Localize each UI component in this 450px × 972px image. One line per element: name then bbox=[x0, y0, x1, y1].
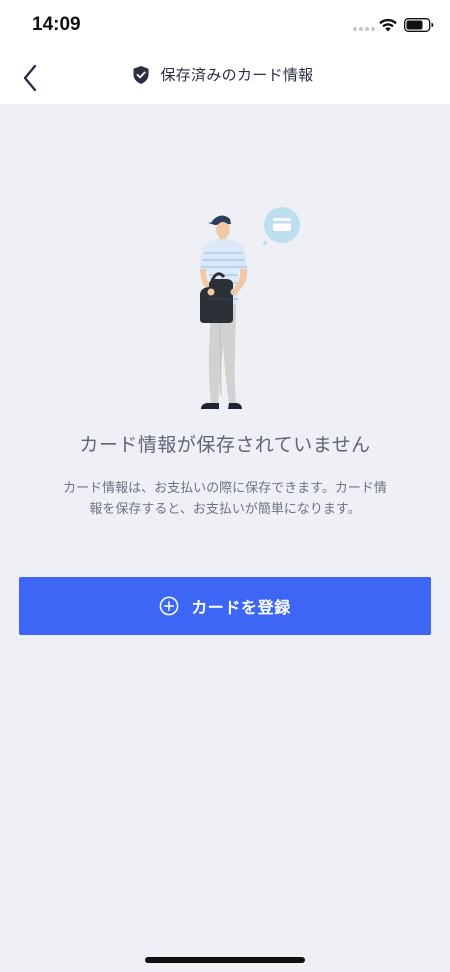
plus-circle-icon bbox=[159, 596, 179, 616]
card-bubble-icon bbox=[262, 207, 300, 246]
nav-header: 保存済みのカード情報 bbox=[0, 50, 450, 104]
status-time: 14:09 bbox=[32, 14, 81, 35]
register-card-label: カードを登録 bbox=[191, 598, 291, 617]
empty-state-title: カード情報が保存されていません bbox=[79, 434, 371, 456]
status-bar: 14:09 bbox=[0, 0, 450, 50]
empty-state-illustration bbox=[199, 207, 300, 409]
empty-state-description: カード情報は、お支払いの際に保存できます。カード情 報を保存すると、お支払いが簡… bbox=[40, 478, 410, 520]
saved-cards-screen: 14:09 保存済みのカード情報 カード情報が保存されていません カード情報は、… bbox=[0, 0, 450, 972]
empty-state-description-line2: 報を保存すると、お支払いが簡単になります。 bbox=[89, 502, 361, 517]
battery-icon bbox=[404, 18, 434, 32]
wifi-icon bbox=[379, 18, 397, 32]
register-card-button[interactable]: カードを登録 bbox=[19, 577, 431, 635]
home-indicator[interactable] bbox=[145, 957, 305, 963]
cellular-signal-icon bbox=[353, 27, 375, 31]
page-title: 保存済みのカード情報 bbox=[0, 64, 450, 85]
page-title-text: 保存済みのカード情報 bbox=[160, 66, 314, 84]
empty-state-description-line1: カード情報は、お支払いの際に保存できます。カード情 bbox=[63, 481, 387, 496]
shield-check-icon bbox=[133, 65, 149, 84]
